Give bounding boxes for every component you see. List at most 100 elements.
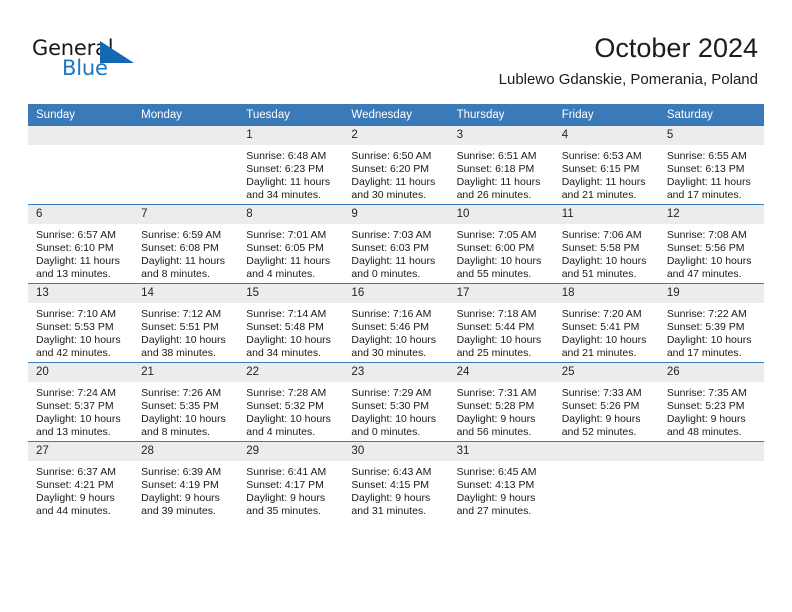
calendar-table: Sunday Monday Tuesday Wednesday Thursday… xyxy=(28,104,764,520)
calendar-day-cell[interactable]: 29 Sunrise: 6:41 AM Sunset: 4:17 PM Dayligh… xyxy=(238,442,344,521)
daylight-text-line2: and 21 minutes. xyxy=(561,189,637,202)
sunset-text: Sunset: 5:32 PM xyxy=(246,400,324,413)
day-number: 13 xyxy=(28,284,134,303)
sunrise-text: Sunrise: 7:22 AM xyxy=(666,308,747,320)
daylight-text-line2: and 35 minutes. xyxy=(246,505,321,518)
sunrise-text: Sunrise: 7:10 AM xyxy=(36,308,116,320)
day-number: 19 xyxy=(658,284,764,303)
sunset-text: Sunset: 6:15 PM xyxy=(561,163,640,176)
calendar-day-cell[interactable]: 10 Sunrise: 7:05 AM Sunset: 6:00 PM Dayligh… xyxy=(448,205,554,284)
sunrise-text: Sunrise: 6:59 AM xyxy=(141,229,222,241)
calendar-day-cell[interactable] xyxy=(28,126,134,205)
page-subtitle: Lublewo Gdanskie, Pomerania, Poland xyxy=(498,71,758,88)
calendar-day-cell[interactable]: 30 Sunrise: 6:43 AM Sunset: 4:15 PM Dayligh… xyxy=(343,442,449,521)
calendar-day-cell[interactable]: 25 Sunrise: 7:33 AM Sunset: 5:26 PM Dayligh… xyxy=(553,363,659,442)
daylight-text-line2: and 56 minutes. xyxy=(456,426,532,439)
day-number: 4 xyxy=(553,126,659,145)
day-number: 24 xyxy=(448,363,554,382)
daylight-text-line2: and 13 minutes. xyxy=(36,426,111,439)
calendar-day-cell[interactable] xyxy=(553,442,659,521)
sunset-text: Sunset: 4:13 PM xyxy=(456,479,535,492)
calendar-day-cell[interactable]: 23 Sunrise: 7:29 AM Sunset: 5:30 PM Dayligh… xyxy=(343,363,449,442)
day-number xyxy=(553,442,659,461)
calendar-day-cell[interactable]: 31 Sunrise: 6:45 AM Sunset: 4:13 PM Dayligh… xyxy=(448,442,554,521)
daylight-text-line1: Daylight: 10 hours xyxy=(351,334,437,347)
daylight-text-line2: and 4 minutes. xyxy=(246,426,316,439)
day-number: 20 xyxy=(28,363,134,382)
day-number: 31 xyxy=(448,442,554,461)
sunrise-text: Sunrise: 7:24 AM xyxy=(36,387,116,399)
sunrise-text: Sunrise: 6:37 AM xyxy=(36,466,116,478)
calendar-day-cell[interactable]: 1 Sunrise: 6:48 AM Sunset: 6:23 PM Daylight… xyxy=(238,126,344,205)
day-number: 28 xyxy=(133,442,239,461)
calendar-day-cell[interactable]: 28 Sunrise: 6:39 AM Sunset: 4:19 PM Dayligh… xyxy=(133,442,239,521)
sunrise-text: Sunrise: 6:50 AM xyxy=(351,150,432,162)
calendar-day-cell[interactable]: 14 Sunrise: 7:12 AM Sunset: 5:51 PM Dayligh… xyxy=(133,284,239,363)
day-number: 10 xyxy=(448,205,554,224)
calendar-day-cell[interactable]: 21 Sunrise: 7:26 AM Sunset: 5:35 PM Dayligh… xyxy=(133,363,239,442)
daylight-text-line2: and 8 minutes. xyxy=(141,426,211,439)
daylight-text-line1: Daylight: 11 hours xyxy=(36,255,120,268)
sunset-text: Sunset: 5:48 PM xyxy=(246,321,324,334)
sunset-text: Sunset: 4:19 PM xyxy=(141,479,219,492)
daylight-text-line1: Daylight: 10 hours xyxy=(36,334,121,347)
calendar-day-cell[interactable]: 16 Sunrise: 7:16 AM Sunset: 5:46 PM Dayligh… xyxy=(343,284,449,363)
calendar-day-cell[interactable]: 9 Sunrise: 7:03 AM Sunset: 6:03 PM Daylight… xyxy=(343,205,449,284)
calendar-day-cell[interactable]: 20 Sunrise: 7:24 AM Sunset: 5:37 PM Dayligh… xyxy=(28,363,134,442)
sunrise-text: Sunrise: 6:53 AM xyxy=(561,150,642,162)
sunset-text: Sunset: 5:23 PM xyxy=(666,400,745,413)
calendar-day-cell[interactable]: 11 Sunrise: 7:06 AM Sunset: 5:58 PM Dayligh… xyxy=(553,205,659,284)
weekday-header-row: Sunday Monday Tuesday Wednesday Thursday… xyxy=(28,104,764,126)
daylight-text-line2: and 13 minutes. xyxy=(36,268,111,281)
daylight-text-line1: Daylight: 10 hours xyxy=(456,334,542,347)
daylight-text-line2: and 17 minutes. xyxy=(666,189,742,202)
calendar-day-cell[interactable]: 17 Sunrise: 7:18 AM Sunset: 5:44 PM Dayligh… xyxy=(448,284,554,363)
daylight-text-line1: Daylight: 11 hours xyxy=(246,255,331,268)
day-number: 21 xyxy=(133,363,239,382)
sunset-text: Sunset: 5:51 PM xyxy=(141,321,219,334)
calendar-day-cell[interactable]: 5 Sunrise: 6:55 AM Sunset: 6:13 PM Daylight… xyxy=(658,126,764,205)
daylight-text-line1: Daylight: 11 hours xyxy=(141,255,225,268)
calendar-day-cell[interactable]: 15 Sunrise: 7:14 AM Sunset: 5:48 PM Dayligh… xyxy=(238,284,344,363)
calendar-day-cell[interactable]: 6 Sunrise: 6:57 AM Sunset: 6:10 PM Daylight… xyxy=(28,205,134,284)
calendar-day-cell[interactable]: 13 Sunrise: 7:10 AM Sunset: 5:53 PM Dayligh… xyxy=(28,284,134,363)
day-number: 16 xyxy=(343,284,449,303)
day-number: 6 xyxy=(28,205,134,224)
weekday-header-wednesday: Wednesday xyxy=(343,104,449,126)
calendar-day-cell[interactable]: 8 Sunrise: 7:01 AM Sunset: 6:05 PM Daylight… xyxy=(238,205,344,284)
sunrise-text: Sunrise: 6:39 AM xyxy=(141,466,222,478)
calendar-day-cell[interactable]: 27 Sunrise: 6:37 AM Sunset: 4:21 PM Dayligh… xyxy=(28,442,134,521)
weekday-header-saturday: Saturday xyxy=(658,104,764,126)
sunset-text: Sunset: 5:37 PM xyxy=(36,400,114,413)
brand-logo[interactable]: General Blue xyxy=(32,36,152,84)
sunset-text: Sunset: 5:28 PM xyxy=(456,400,535,413)
calendar-day-cell[interactable]: 22 Sunrise: 7:28 AM Sunset: 5:32 PM Dayligh… xyxy=(238,363,344,442)
calendar-day-cell[interactable]: 4 Sunrise: 6:53 AM Sunset: 6:15 PM Daylight… xyxy=(553,126,659,205)
calendar-day-cell[interactable] xyxy=(658,442,764,521)
sunset-text: Sunset: 5:53 PM xyxy=(36,321,114,334)
calendar-day-cell[interactable] xyxy=(133,126,239,205)
daylight-text-line2: and 31 minutes. xyxy=(351,505,427,518)
calendar-day-cell[interactable]: 12 Sunrise: 7:08 AM Sunset: 5:56 PM Dayligh… xyxy=(658,205,764,284)
day-number: 27 xyxy=(28,442,134,461)
sunrise-text: Sunrise: 7:33 AM xyxy=(561,387,642,399)
weekday-header-monday: Monday xyxy=(133,104,239,126)
sunset-text: Sunset: 6:23 PM xyxy=(246,163,324,176)
calendar-day-cell[interactable]: 26 Sunrise: 7:35 AM Sunset: 5:23 PM Dayligh… xyxy=(658,363,764,442)
calendar-day-cell[interactable]: 24 Sunrise: 7:31 AM Sunset: 5:28 PM Dayligh… xyxy=(448,363,554,442)
daylight-text-line1: Daylight: 9 hours xyxy=(666,413,746,426)
sunrise-text: Sunrise: 6:48 AM xyxy=(246,150,327,162)
calendar-day-cell[interactable]: 2 Sunrise: 6:50 AM Sunset: 6:20 PM Daylight… xyxy=(343,126,449,205)
weekday-header-sunday: Sunday xyxy=(28,104,134,126)
calendar-day-cell[interactable]: 3 Sunrise: 6:51 AM Sunset: 6:18 PM Daylight… xyxy=(448,126,554,205)
sunrise-text: Sunrise: 7:29 AM xyxy=(351,387,432,399)
day-number xyxy=(133,126,239,145)
daylight-text-line2: and 27 minutes. xyxy=(456,505,532,518)
calendar-day-cell[interactable]: 19 Sunrise: 7:22 AM Sunset: 5:39 PM Dayligh… xyxy=(658,284,764,363)
sunrise-text: Sunrise: 7:16 AM xyxy=(351,308,432,320)
daylight-text-line2: and 55 minutes. xyxy=(456,268,532,281)
day-number: 7 xyxy=(133,205,239,224)
sunset-text: Sunset: 6:00 PM xyxy=(456,242,535,255)
calendar-day-cell[interactable]: 18 Sunrise: 7:20 AM Sunset: 5:41 PM Dayligh… xyxy=(553,284,659,363)
calendar-day-cell[interactable]: 7 Sunrise: 6:59 AM Sunset: 6:08 PM Daylight… xyxy=(133,205,239,284)
